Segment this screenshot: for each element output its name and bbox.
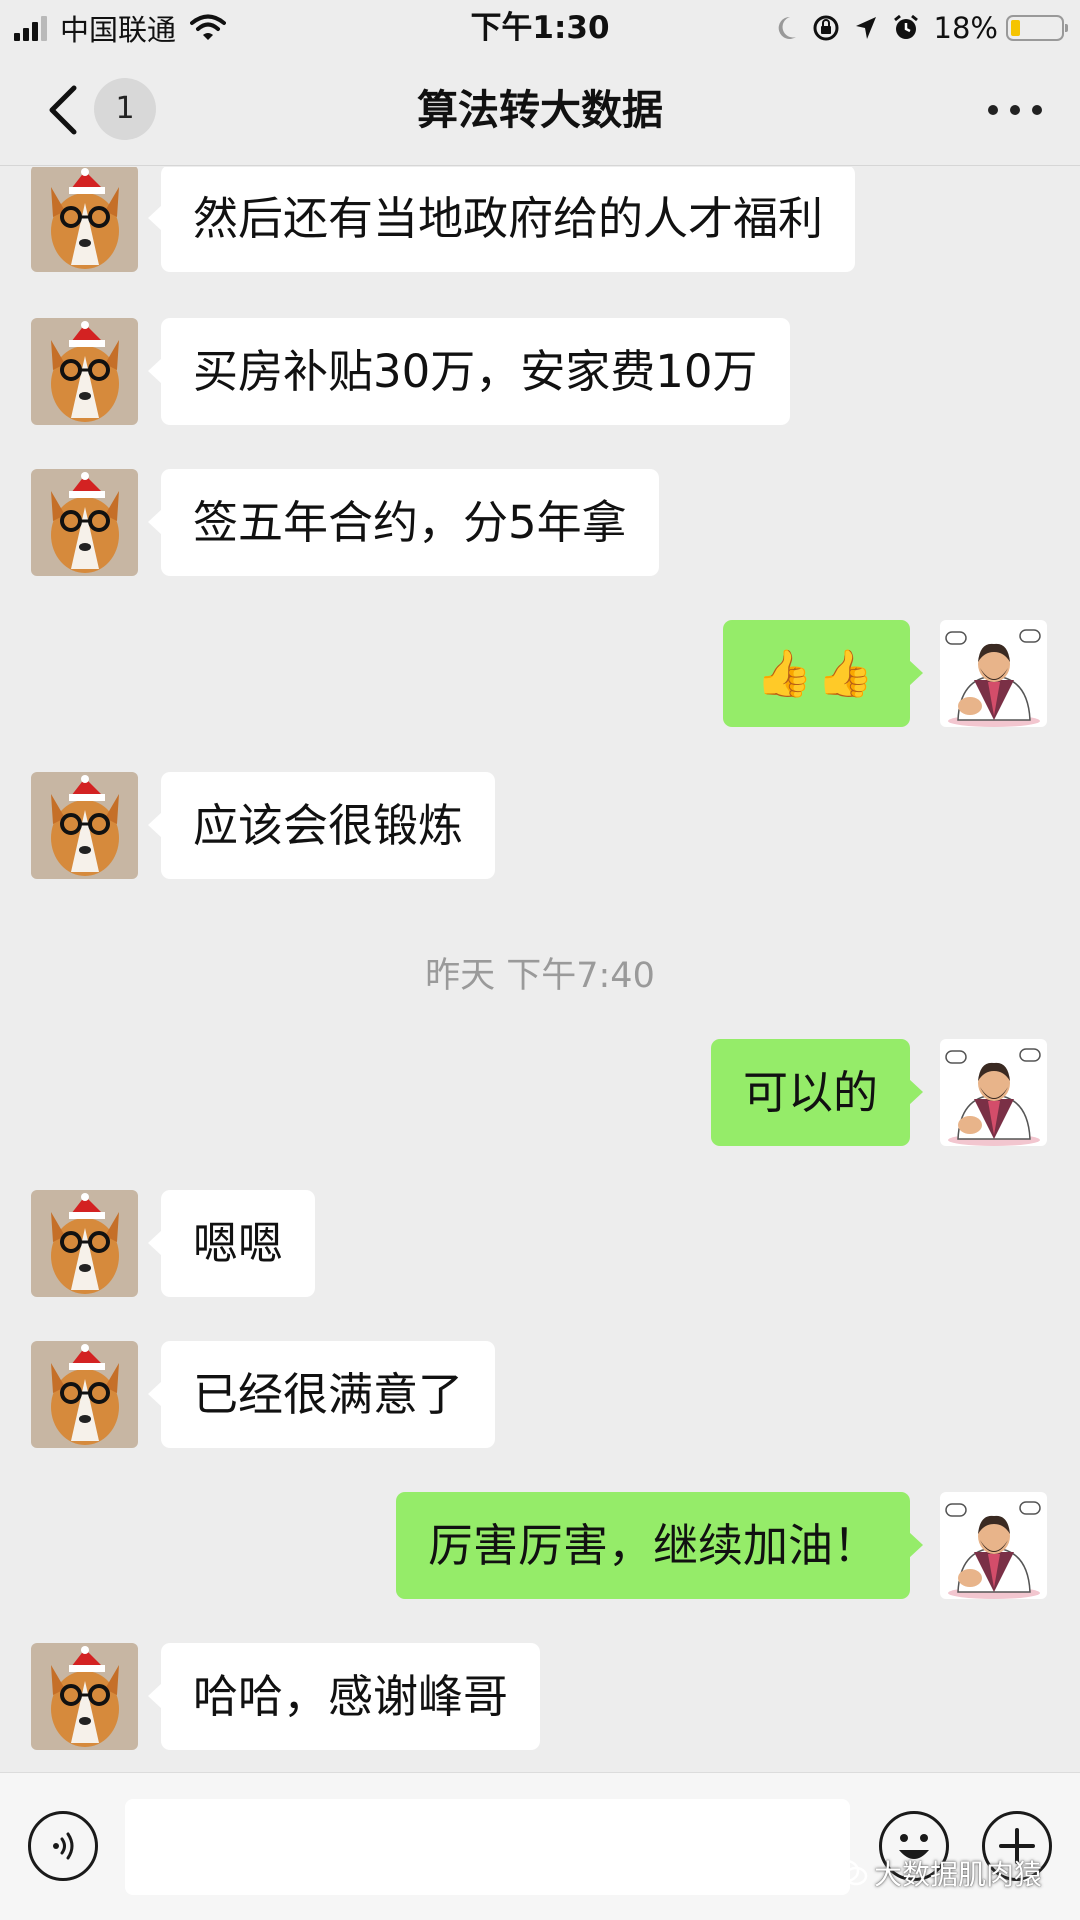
chat-title: 算法转大数据 — [417, 86, 663, 134]
contact-avatar[interactable] — [31, 167, 138, 272]
status-right: 18% — [762, 8, 1068, 48]
status-bar: 中国联通 下午1:30 18% — [0, 0, 1080, 54]
battery-icon — [1006, 15, 1068, 41]
moon-icon — [778, 16, 796, 39]
contact-avatar[interactable] — [31, 1341, 138, 1448]
voice-icon[interactable] — [28, 1811, 98, 1881]
thumbs-up-emoji: 👍 — [816, 646, 874, 700]
back-chevron-icon[interactable] — [44, 84, 84, 136]
my-avatar[interactable] — [940, 620, 1047, 727]
message-bubble[interactable]: 👍 👍 — [723, 620, 923, 727]
message-bubble[interactable]: 已经很满意了 — [147, 1341, 496, 1448]
message-bubble[interactable]: 应该会很锻炼 — [147, 772, 496, 879]
alarm-icon — [893, 14, 918, 39]
message-bubble[interactable]: 买房补贴30万，安家费10万 — [148, 318, 790, 425]
message-timestamp: 昨天 下午7:40 — [425, 956, 655, 996]
my-avatar[interactable] — [940, 1039, 1047, 1146]
contact-avatar[interactable] — [31, 772, 138, 879]
message-bubble[interactable]: 嗯嗯 — [147, 1190, 316, 1297]
message-bubble[interactable]: 然后还有当地政府给的人才福利 — [147, 167, 856, 272]
watermark: 大数据肌肉猿 — [832, 1853, 1042, 1893]
orientation-lock-icon — [813, 15, 839, 41]
chat-message-list[interactable]: 然后还有当地政府给的人才福利 买房补贴30万，安家费10万 签五年合约，分5年拿… — [0, 167, 1080, 1770]
contact-avatar[interactable] — [31, 1190, 138, 1297]
location-icon — [855, 17, 876, 39]
thumbs-up-emoji: 👍 — [755, 646, 813, 700]
contact-avatar[interactable] — [31, 318, 138, 425]
wechat-logo-icon — [832, 1859, 868, 1886]
message-bubble[interactable]: 哈哈，感谢峰哥 — [147, 1643, 541, 1750]
unread-count-badge[interactable]: 1 — [94, 78, 156, 140]
message-input[interactable] — [125, 1799, 850, 1895]
contact-avatar[interactable] — [31, 1643, 138, 1750]
nav-bar: 算法转大数据 1 — [0, 54, 1080, 166]
message-bubble[interactable]: 可以的 — [710, 1039, 924, 1146]
more-icon[interactable] — [988, 98, 1042, 122]
thumbs-up-emoji-group: 👍 👍 — [755, 620, 878, 727]
contact-avatar[interactable] — [31, 469, 138, 576]
my-avatar[interactable] — [940, 1492, 1047, 1599]
battery-percent: 18% — [933, 11, 998, 45]
message-bubble[interactable]: 签五年合约，分5年拿 — [148, 469, 659, 576]
battery-fill — [1011, 20, 1020, 36]
watermark-text: 大数据肌肉猿 — [874, 1858, 1043, 1891]
message-bubble[interactable]: 厉害厉害，继续加油！ — [395, 1492, 924, 1599]
input-bar: 大数据肌肉猿 — [0, 1772, 1080, 1920]
